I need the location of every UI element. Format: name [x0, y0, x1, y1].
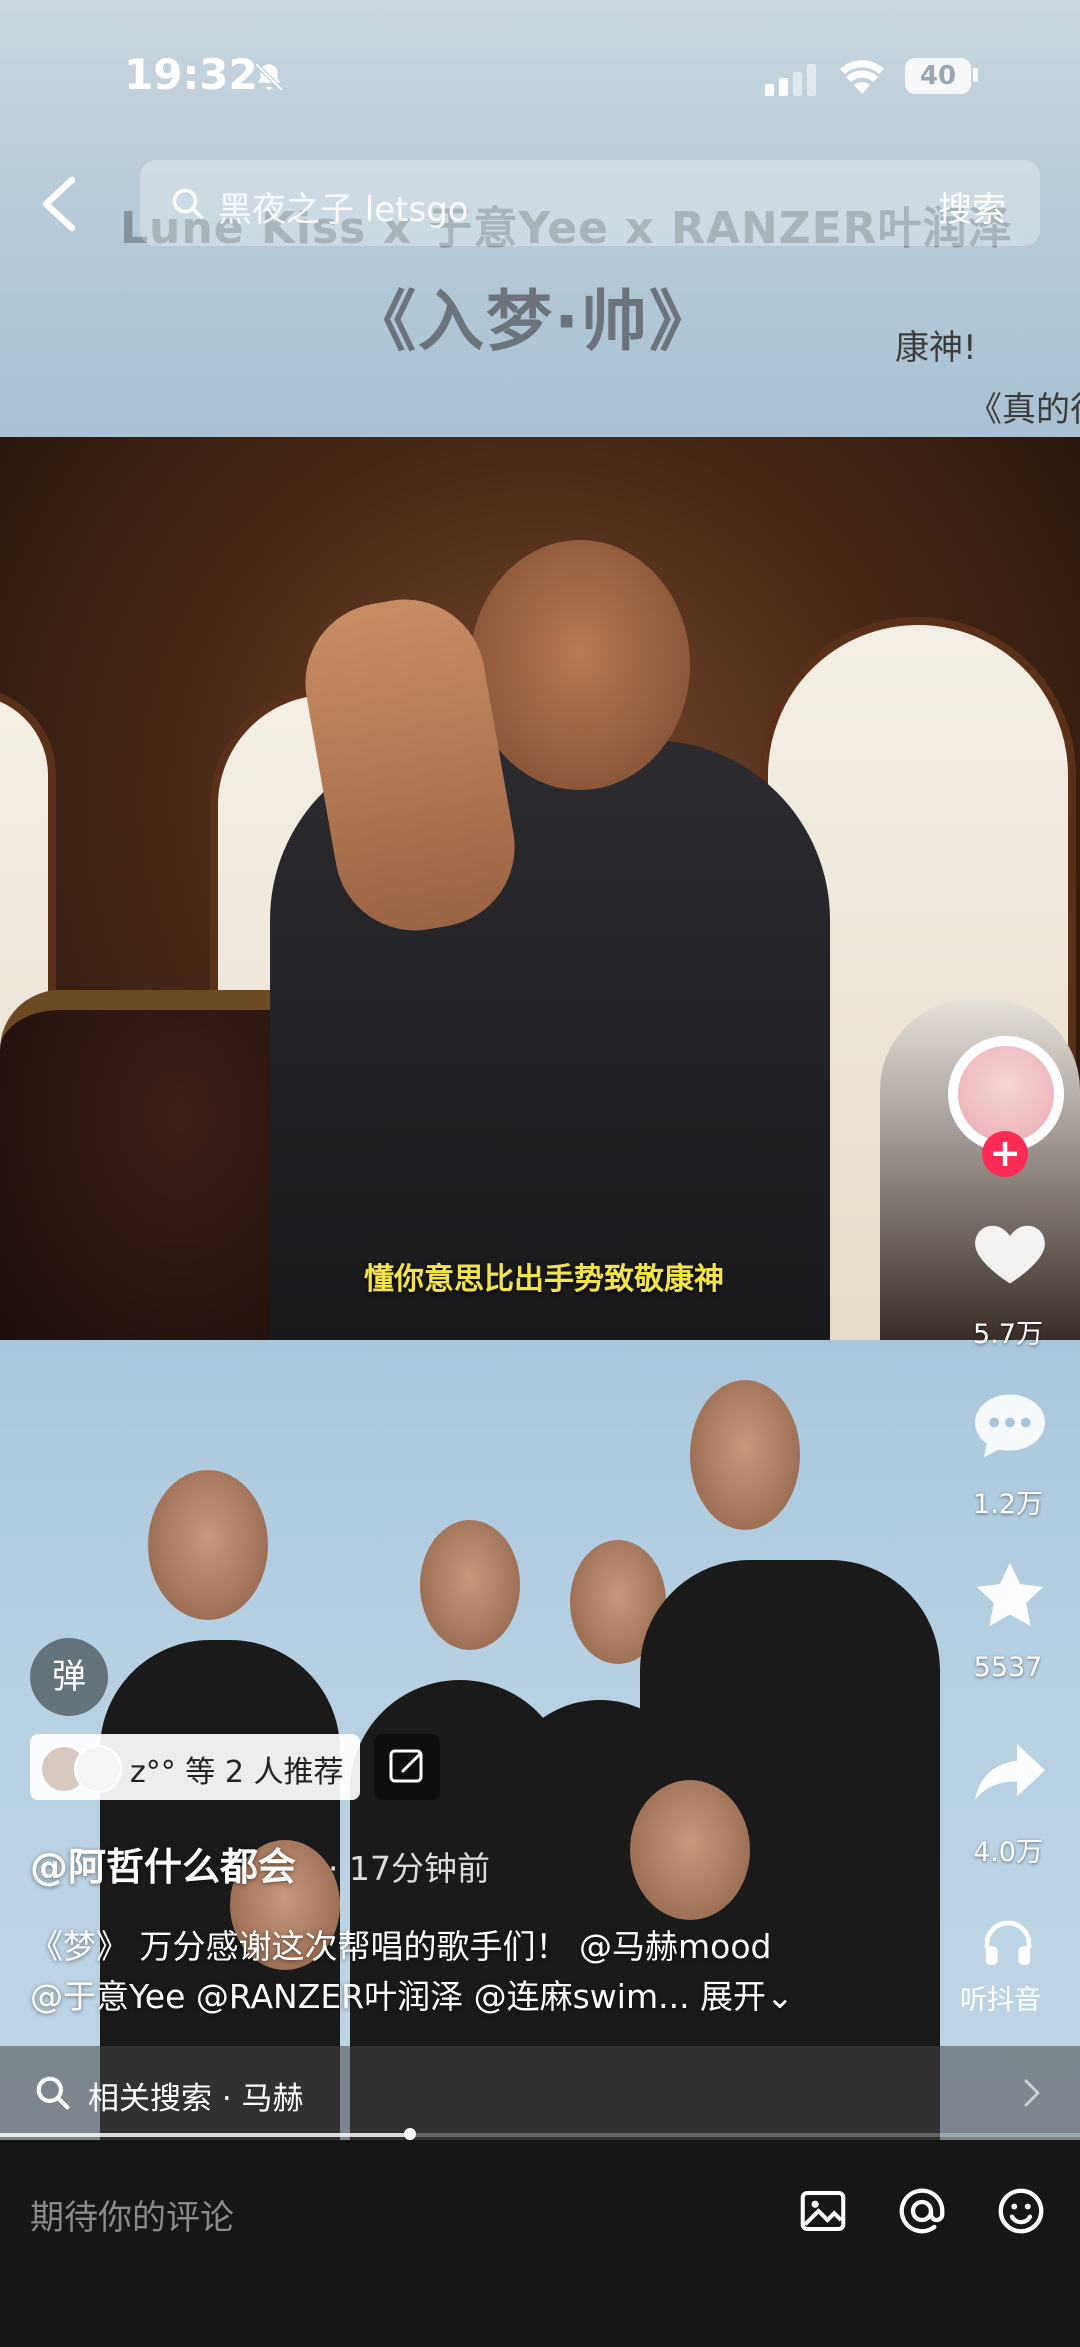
wifi-icon [840, 60, 884, 94]
video-progress-fill [0, 2133, 411, 2137]
cellular-signal-icon [765, 64, 816, 96]
search-icon [36, 2076, 70, 2110]
author-name[interactable]: @阿哲什么都会 [30, 1836, 296, 1891]
danmaku-comment: 康神! [895, 328, 977, 368]
danmaku-toggle-button[interactable]: 弹 [30, 1638, 108, 1716]
share-count: 4.0万 [973, 1837, 1043, 1868]
back-arrow-icon[interactable] [36, 176, 80, 232]
battery-indicator: 40 [905, 58, 971, 94]
video-subtitle: 懂你意思比出手势致敬康神 [364, 1262, 724, 1297]
emoji-icon[interactable] [994, 2184, 1048, 2238]
danmaku-comment: 《真的很 [968, 390, 1080, 430]
banner-title: 《入梦·帅》 [350, 283, 718, 360]
search-query[interactable]: 黑夜之子 letsgo [218, 182, 469, 231]
performer-head [470, 540, 690, 790]
group-member-head [690, 1380, 800, 1530]
edit-icon[interactable] [374, 1734, 440, 1800]
group-member-head [148, 1470, 268, 1620]
recommend-text: z°° 等 2 人推荐 [130, 1755, 344, 1790]
like-count: 5.7万 [973, 1319, 1043, 1350]
favorite-star-icon[interactable] [968, 1554, 1052, 1638]
chevron-right-icon [1024, 2079, 1040, 2107]
group-member-head [630, 1780, 750, 1920]
favorite-count: 5537 [973, 1652, 1043, 1683]
post-description-line[interactable]: 《梦》 万分感谢这次帮唱的歌手们！ @马赫mood [30, 1920, 771, 1968]
search-button[interactable]: 搜索 [938, 182, 1006, 231]
battery-tip [973, 68, 978, 82]
post-description-line[interactable]: @于意Yee @RANZER叶润泽 @连麻swim... 展开⌄ [30, 1970, 794, 2018]
related-search-text[interactable]: 相关搜索 · 马赫 [88, 2073, 304, 2118]
group-member-head [420, 1520, 520, 1650]
follow-plus-button[interactable]: + [982, 1131, 1028, 1177]
image-icon[interactable] [796, 2184, 850, 2238]
headphones-icon[interactable] [980, 1916, 1036, 1972]
bell-off-icon [254, 62, 284, 92]
at-mention-icon[interactable] [895, 2184, 949, 2238]
share-arrow-icon[interactable] [968, 1730, 1052, 1814]
recommenders-pill[interactable]: z°° 等 2 人推荐 [30, 1734, 360, 1800]
like-heart-icon[interactable] [968, 1210, 1052, 1294]
search-icon [172, 188, 204, 220]
comment-bar [0, 2140, 1080, 2347]
comment-input[interactable]: 期待你的评论 [30, 2190, 234, 2239]
status-time: 19:32 [124, 50, 258, 99]
music-video-frame [0, 437, 1080, 1340]
comment-bubble-icon[interactable] [968, 1384, 1052, 1468]
post-time: · 17分钟前 [328, 1849, 490, 1888]
recommender-avatar [74, 1745, 122, 1793]
comment-count: 1.2万 [973, 1489, 1043, 1520]
listen-douyin-label[interactable]: 听抖音 [960, 1978, 1041, 2017]
